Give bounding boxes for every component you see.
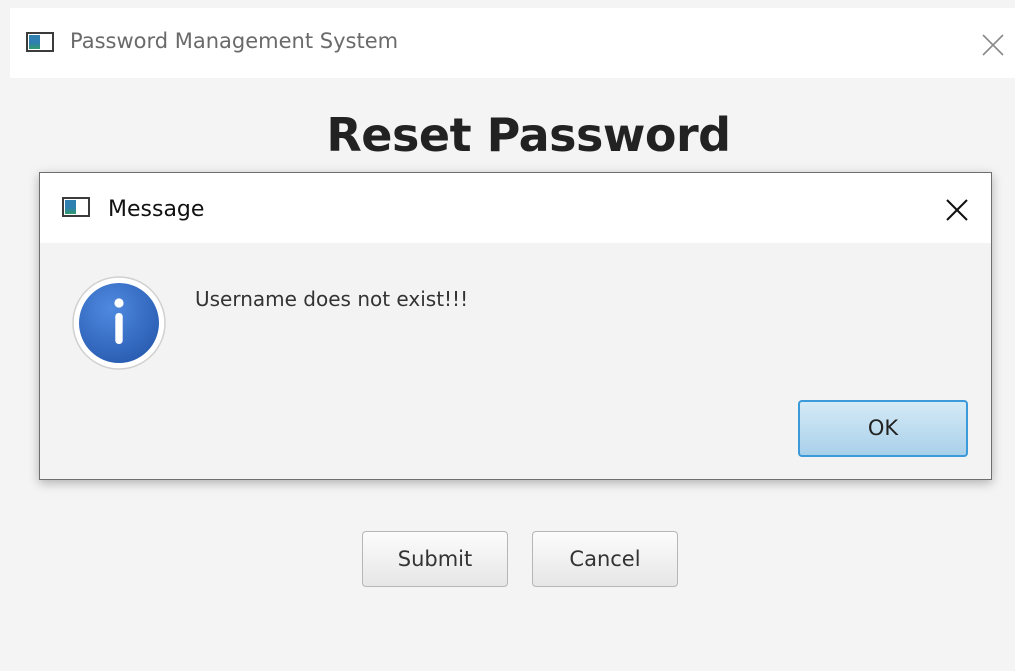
dialog-title: Message — [108, 197, 205, 222]
window-title: Password Management System — [70, 29, 399, 53]
ok-button[interactable]: OK — [798, 400, 968, 457]
close-icon[interactable] — [980, 32, 1006, 58]
info-icon — [72, 276, 166, 370]
message-dialog: Message Username does not exist!!! OK — [39, 172, 992, 480]
main-titlebar[interactable]: Password Management System — [10, 8, 1015, 78]
dialog-message: Username does not exist!!! — [195, 287, 469, 311]
java-window-icon — [62, 197, 90, 217]
page-title: Reset Password — [326, 108, 731, 162]
dialog-titlebar[interactable]: Message — [40, 173, 991, 243]
close-icon[interactable] — [944, 197, 970, 223]
cancel-button[interactable]: Cancel — [532, 531, 678, 587]
java-window-icon — [26, 32, 54, 52]
main-window: Password Management System Reset Passwor… — [0, 0, 1015, 671]
submit-button[interactable]: Submit — [362, 531, 508, 587]
